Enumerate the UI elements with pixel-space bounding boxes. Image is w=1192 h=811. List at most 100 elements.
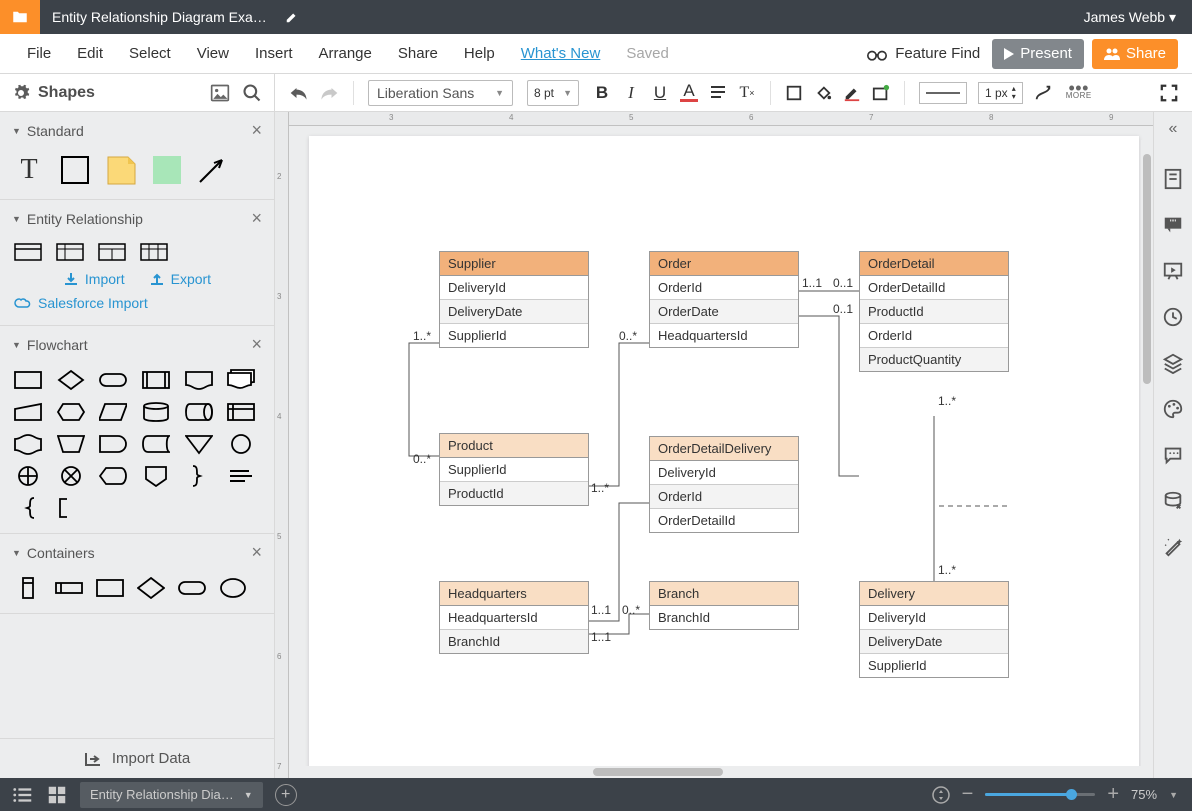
zoom-value[interactable]: 75% (1131, 787, 1157, 802)
fc-brace-left[interactable] (14, 497, 42, 519)
autoscroll-icon[interactable] (932, 786, 950, 804)
connector-icon[interactable] (1034, 84, 1052, 102)
menu-file[interactable]: File (14, 45, 64, 62)
entity-headquarters[interactable]: Headquarters HeadquartersId BranchId (439, 581, 589, 654)
entity-order-detail-delivery[interactable]: OrderDetailDelivery DeliveryId OrderId O… (649, 436, 799, 533)
clear-format-icon[interactable]: T× (738, 84, 756, 102)
fc-preparation[interactable] (57, 401, 85, 423)
redo-icon[interactable] (319, 85, 339, 101)
folder-icon[interactable] (0, 0, 40, 34)
category-header[interactable]: ▼Entity Relationship× (0, 200, 274, 237)
fc-decision[interactable] (57, 369, 85, 391)
collapse-panel-icon[interactable]: « (1169, 120, 1178, 138)
import-link[interactable]: Import (63, 271, 125, 287)
category-header[interactable]: ▼Standard× (0, 112, 274, 149)
menu-insert[interactable]: Insert (242, 45, 306, 62)
fc-display[interactable] (99, 465, 127, 487)
fc-or[interactable] (14, 465, 42, 487)
er-shape-1[interactable] (14, 243, 42, 261)
shape-options-icon[interactable] (872, 84, 890, 102)
fc-predefined[interactable] (142, 369, 170, 391)
bold-icon[interactable]: B (593, 84, 611, 102)
fc-process[interactable] (14, 369, 42, 391)
entity-branch[interactable]: Branch BranchId (649, 581, 799, 630)
entity-product[interactable]: Product SupplierId ProductId (439, 433, 589, 506)
search-icon[interactable] (242, 83, 262, 103)
canvas[interactable]: Supplier DeliveryId DeliveryDate Supplie… (289, 126, 1153, 778)
layers-icon[interactable] (1162, 352, 1184, 374)
fill-icon[interactable] (814, 84, 832, 102)
fc-off-page[interactable] (142, 465, 170, 487)
align-icon[interactable] (709, 84, 727, 102)
note-shape[interactable] (106, 155, 136, 185)
border-color-icon[interactable] (843, 84, 861, 102)
entity-order[interactable]: Order OrderId OrderDate HeadquartersId (649, 251, 799, 348)
fc-stored-data[interactable] (142, 433, 170, 455)
fullscreen-icon[interactable] (1160, 84, 1178, 102)
menu-view[interactable]: View (184, 45, 242, 62)
fc-note[interactable] (227, 465, 255, 487)
fc-manual-op[interactable] (57, 433, 85, 455)
cont-swimlane-v[interactable] (14, 577, 42, 599)
text-shape[interactable]: T (14, 155, 44, 185)
present-button[interactable]: Present (992, 39, 1084, 69)
line-width[interactable]: 1 px▴▾ (978, 82, 1023, 104)
chat-icon[interactable] (1162, 444, 1184, 466)
fc-merge[interactable] (185, 433, 213, 455)
entity-order-detail[interactable]: OrderDetail OrderDetailId ProductId Orde… (859, 251, 1009, 372)
text-color-icon[interactable]: A (680, 84, 698, 102)
data-icon[interactable] (1162, 490, 1184, 512)
italic-icon[interactable]: I (622, 84, 640, 102)
menu-help[interactable]: Help (451, 45, 508, 62)
crop-icon[interactable] (785, 84, 803, 102)
cont-circle[interactable] (219, 577, 247, 599)
comment-icon[interactable]: "" (1162, 214, 1184, 236)
close-icon[interactable]: × (251, 208, 262, 229)
cont-pill[interactable] (178, 577, 206, 599)
fc-connector[interactable] (227, 433, 255, 455)
export-link[interactable]: Export (149, 271, 211, 287)
list-icon[interactable] (12, 784, 34, 806)
fc-terminator[interactable] (99, 369, 127, 391)
fc-summing[interactable] (57, 465, 85, 487)
line-style[interactable] (919, 82, 967, 104)
zoom-in-icon[interactable]: + (1107, 783, 1119, 806)
more-button[interactable]: •••MORE (1066, 85, 1092, 100)
page-tab[interactable]: Entity Relationship Dia…▼ (80, 782, 263, 808)
present-panel-icon[interactable] (1162, 260, 1184, 282)
menu-whatsnew[interactable]: What's New (508, 45, 614, 62)
fc-internal-storage[interactable] (227, 401, 255, 423)
rect-shape[interactable] (60, 155, 90, 185)
er-shape-2[interactable] (56, 243, 84, 261)
zoom-slider[interactable] (985, 793, 1095, 796)
menu-arrange[interactable]: Arrange (306, 45, 385, 62)
fc-document[interactable] (185, 369, 213, 391)
menu-select[interactable]: Select (116, 45, 184, 62)
category-header[interactable]: ▼Containers× (0, 534, 274, 571)
arrow-shape[interactable] (198, 155, 228, 185)
fc-paper-tape[interactable] (14, 433, 42, 455)
feature-find[interactable]: Feature Find (867, 45, 980, 62)
fc-multidoc[interactable] (227, 369, 255, 391)
image-icon[interactable] (210, 83, 230, 103)
size-select[interactable]: 8 pt▼ (527, 80, 579, 106)
entity-delivery[interactable]: Delivery DeliveryId DeliveryDate Supplie… (859, 581, 1009, 678)
zoom-out-icon[interactable]: − (962, 783, 974, 806)
entity-supplier[interactable]: Supplier DeliveryId DeliveryDate Supplie… (439, 251, 589, 348)
edit-title-icon[interactable] (285, 10, 299, 24)
theme-icon[interactable] (1162, 398, 1184, 420)
underline-icon[interactable]: U (651, 84, 669, 102)
er-shape-4[interactable] (140, 243, 168, 261)
menu-edit[interactable]: Edit (64, 45, 116, 62)
close-icon[interactable]: × (251, 120, 262, 141)
category-header[interactable]: ▼Flowchart× (0, 326, 274, 363)
history-icon[interactable] (1162, 306, 1184, 328)
fc-annotation[interactable] (57, 497, 85, 519)
share-button[interactable]: Share (1092, 39, 1178, 69)
notes-icon[interactable] (1162, 168, 1184, 190)
salesforce-import-link[interactable]: Salesforce Import (14, 295, 260, 311)
close-icon[interactable]: × (251, 542, 262, 563)
vertical-scrollbar[interactable] (1141, 140, 1153, 766)
fc-data[interactable] (99, 401, 127, 423)
close-icon[interactable]: × (251, 334, 262, 355)
